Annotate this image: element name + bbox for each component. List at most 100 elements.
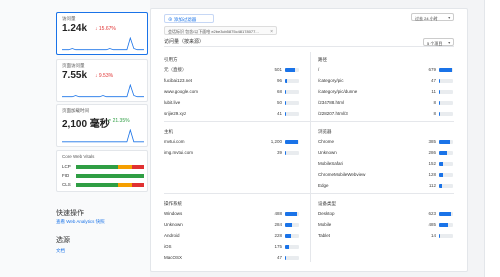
list-item-label: /234788.html [318, 100, 345, 105]
filter-chip[interactable]: 会话标识 包含/以下面哈 e2be3cb5875c48178077... × [164, 26, 277, 35]
list-item[interactable]: Edge 112 [318, 183, 458, 189]
metric-card-pageviews[interactable]: 页面访问量 7.55k ↓ 9.53% [56, 59, 148, 102]
list-item-bar [285, 90, 299, 94]
add-filter-button[interactable]: ⊕ 添加过滤器 [164, 14, 214, 23]
list-item-value: 488 [274, 211, 282, 216]
list-item[interactable]: Chrome 385 [318, 139, 458, 145]
list-item[interactable]: Windows 488 [164, 211, 304, 217]
item-count-select[interactable]: 5 个项目 ▼ [423, 38, 454, 46]
list-item-bar-fill [285, 90, 287, 94]
metric-value: 2,100 毫秒 [62, 119, 110, 130]
cwv-distribution-bar [76, 174, 144, 178]
list-item[interactable]: iOS 175 [164, 244, 304, 250]
list-item-label: Tablet [318, 233, 331, 238]
list-item-value: 41 [276, 111, 282, 116]
tab-visits-by-source[interactable]: 访问量（按来源） [164, 38, 204, 45]
cwv-row-lcp: LCP [62, 164, 144, 170]
list-item-bar-fill [285, 79, 288, 83]
list-item[interactable]: /234788.html 8 [318, 100, 458, 106]
list-item-bar-fill [439, 212, 451, 216]
list-item-bar [285, 223, 299, 227]
cwv-needs-improvement-segment [118, 183, 132, 187]
web-analytics-snapshot-link[interactable]: 查看 Web Analytics 快照 [56, 219, 105, 225]
list-item-label: srijie29.xyz [164, 111, 187, 116]
list-item-label: Chrome [318, 139, 335, 144]
docs-link[interactable]: 文档 [56, 248, 65, 254]
add-filter-label: 添加过滤器 [173, 16, 197, 22]
list-item-label: iOS [164, 244, 172, 249]
list-item-value: 175 [274, 244, 282, 249]
cwv-title: Core Web Vitals [62, 154, 95, 159]
list-item[interactable]: srijie29.xyz 41 [164, 111, 304, 117]
metric-card-load-time[interactable]: 页面加载时间 2,100 毫秒 ↗ 21.35% [56, 104, 148, 147]
list-item[interactable]: mvtui.com 1,200 [164, 139, 304, 145]
list-item[interactable]: Android 228 [164, 233, 304, 239]
list-item-value: 47 [276, 255, 282, 260]
list-item-bar [439, 79, 453, 83]
list-item-label: / [318, 67, 320, 72]
list-item-bar [439, 173, 453, 177]
cwv-good-segment [76, 174, 144, 178]
sparkline-path [62, 37, 144, 51]
list-item-label: Android [164, 233, 180, 238]
tabs-divider [164, 46, 454, 47]
list-item-value: 385 [428, 139, 436, 144]
core-web-vitals-card[interactable]: Core Web Vitals LCP FID CLS [56, 150, 148, 192]
list-item[interactable]: 元（直接） 501 [164, 67, 304, 73]
list-item-bar [439, 184, 453, 188]
list-item[interactable]: MacOSX 47 [164, 255, 304, 261]
list-item[interactable]: Unknown 284 [164, 222, 304, 228]
list-item-value: 128 [428, 172, 436, 177]
list-item-bar-fill [285, 68, 295, 72]
list-item-bar [285, 101, 299, 105]
list-item[interactable]: www.google.com 68 [164, 89, 304, 95]
page-scrollbar[interactable] [484, 0, 500, 277]
list-item-value: 8 [433, 111, 436, 116]
list-item[interactable]: /category/pic/dunne 11 [318, 89, 458, 95]
list-item-bar-fill [285, 101, 287, 105]
cwv-label: CLS [62, 182, 71, 187]
list-item-value: 1,200 [270, 139, 282, 144]
list-item-bar [439, 223, 453, 227]
list-item[interactable]: / 679 [318, 67, 458, 73]
metric-title: 访问量 [62, 16, 76, 21]
list-item-bar [439, 140, 453, 144]
time-range-select[interactable]: 过去 24 小时 ▼ [411, 13, 454, 21]
list-item-bar [439, 68, 453, 72]
list-item-bar [439, 234, 453, 238]
list-item-label: ChromeMobileWebview [318, 172, 366, 177]
list-item-value: 47 [430, 78, 436, 83]
list-item-bar [439, 101, 453, 105]
metric-delta: ↓ 15.67% [95, 26, 116, 32]
sources-title: 选源 [56, 237, 70, 244]
list-item[interactable]: Desktop 623 [318, 211, 458, 217]
close-icon[interactable]: × [270, 29, 273, 35]
list-item-label: mvtui.com [164, 139, 185, 144]
list-item[interactable]: /228207.html/3 8 [318, 111, 458, 117]
chevron-down-icon: ▼ [447, 15, 451, 20]
metric-delta-value: 21.35% [112, 118, 130, 124]
panel-title: 操作系统 [164, 201, 182, 206]
list-item-label: /category/pic/dunne [318, 89, 358, 94]
list-item[interactable]: Mobile 485 [318, 222, 458, 228]
list-item[interactable]: MobileSafari 152 [318, 161, 458, 167]
list-item-bar-fill [439, 184, 443, 188]
list-item[interactable]: lubit.live 50 [164, 100, 304, 106]
list-item-bar [439, 151, 453, 155]
list-item-value: 39 [276, 150, 282, 155]
list-item[interactable]: /category/pic 47 [318, 78, 458, 84]
chevron-down-icon: ▼ [447, 40, 451, 45]
list-item-bar-fill [439, 162, 444, 166]
cwv-label: LCP [62, 164, 71, 169]
filter-chip-text: 会话标识 包含/以下面哈 e2be3cb5875c48178077... [168, 29, 259, 34]
list-item[interactable]: fucibai123.net 96 [164, 78, 304, 84]
list-item[interactable]: Unknown 286 [318, 150, 458, 156]
list-item[interactable]: Tablet 14 [318, 233, 458, 239]
list-item[interactable]: img.mvtui.com 39 [164, 150, 304, 156]
panel-title: 浏览器 [318, 129, 332, 134]
list-item[interactable]: ChromeMobileWebview 128 [318, 172, 458, 178]
list-item-label: /category/pic [318, 78, 344, 83]
metric-delta-value: 15.67% [98, 26, 116, 32]
cwv-poor-segment [131, 183, 144, 187]
metric-card-visits[interactable]: 访问量 1.24k ↓ 15.67% [56, 12, 148, 55]
